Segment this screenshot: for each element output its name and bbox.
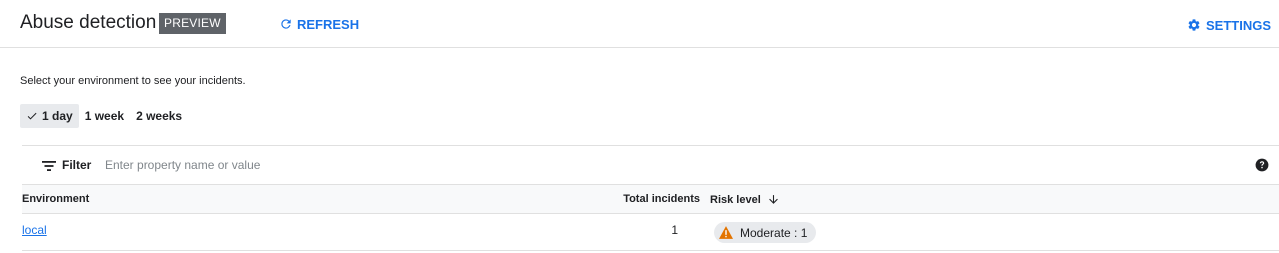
arrow-down-icon — [768, 195, 778, 204]
settings-label: SETTINGS — [1205, 17, 1271, 33]
page-header: Abuse detection PREVIEW REFRESH SETTINGS — [0, 0, 1279, 48]
filter-input[interactable] — [105, 155, 505, 175]
page-title: Abuse detection — [20, 12, 157, 33]
refresh-button[interactable]: REFRESH — [279, 14, 359, 34]
range-2-weeks[interactable]: 2 weeks — [130, 104, 188, 128]
range-label: 2 weeks — [136, 109, 183, 123]
column-total-incidents[interactable]: Total incidents — [623, 193, 700, 205]
column-environment[interactable]: Environment — [22, 193, 89, 205]
column-risk-level[interactable]: Risk level — [710, 193, 780, 206]
filter-bar: Filter — [22, 145, 1279, 185]
refresh-label: REFRESH — [297, 16, 360, 32]
range-label: 1 day — [42, 109, 73, 123]
range-1-week[interactable]: 1 week — [79, 104, 130, 128]
gear-icon — [1188, 19, 1200, 31]
preview-badge: PREVIEW — [159, 13, 226, 34]
risk-badge: Moderate : 1 — [714, 222, 817, 243]
range-label: 1 week — [84, 109, 125, 123]
range-1-day[interactable]: 1 day — [20, 104, 79, 128]
filter-label: Filter — [62, 158, 92, 172]
risk-label: Moderate : 1 — [740, 225, 808, 240]
total-incidents-value: 1 — [671, 223, 678, 237]
time-range-selector: 1 day 1 week 2 weeks — [20, 104, 188, 128]
help-icon[interactable] — [1255, 158, 1269, 172]
table-row: local 1 Moderate : 1 — [22, 214, 1279, 251]
incidents-table: Environment Total incidents Risk level l… — [22, 185, 1279, 251]
filter-icon — [42, 161, 56, 171]
check-icon — [27, 112, 37, 120]
settings-button[interactable]: SETTINGS — [1187, 15, 1271, 35]
refresh-icon — [281, 19, 291, 29]
warning-icon — [719, 226, 733, 239]
table-header: Environment Total incidents Risk level — [22, 185, 1279, 214]
environment-link[interactable]: local — [22, 223, 47, 237]
environment-prompt: Select your environment to see your inci… — [20, 75, 246, 87]
column-risk-level-label: Risk level — [710, 193, 761, 206]
